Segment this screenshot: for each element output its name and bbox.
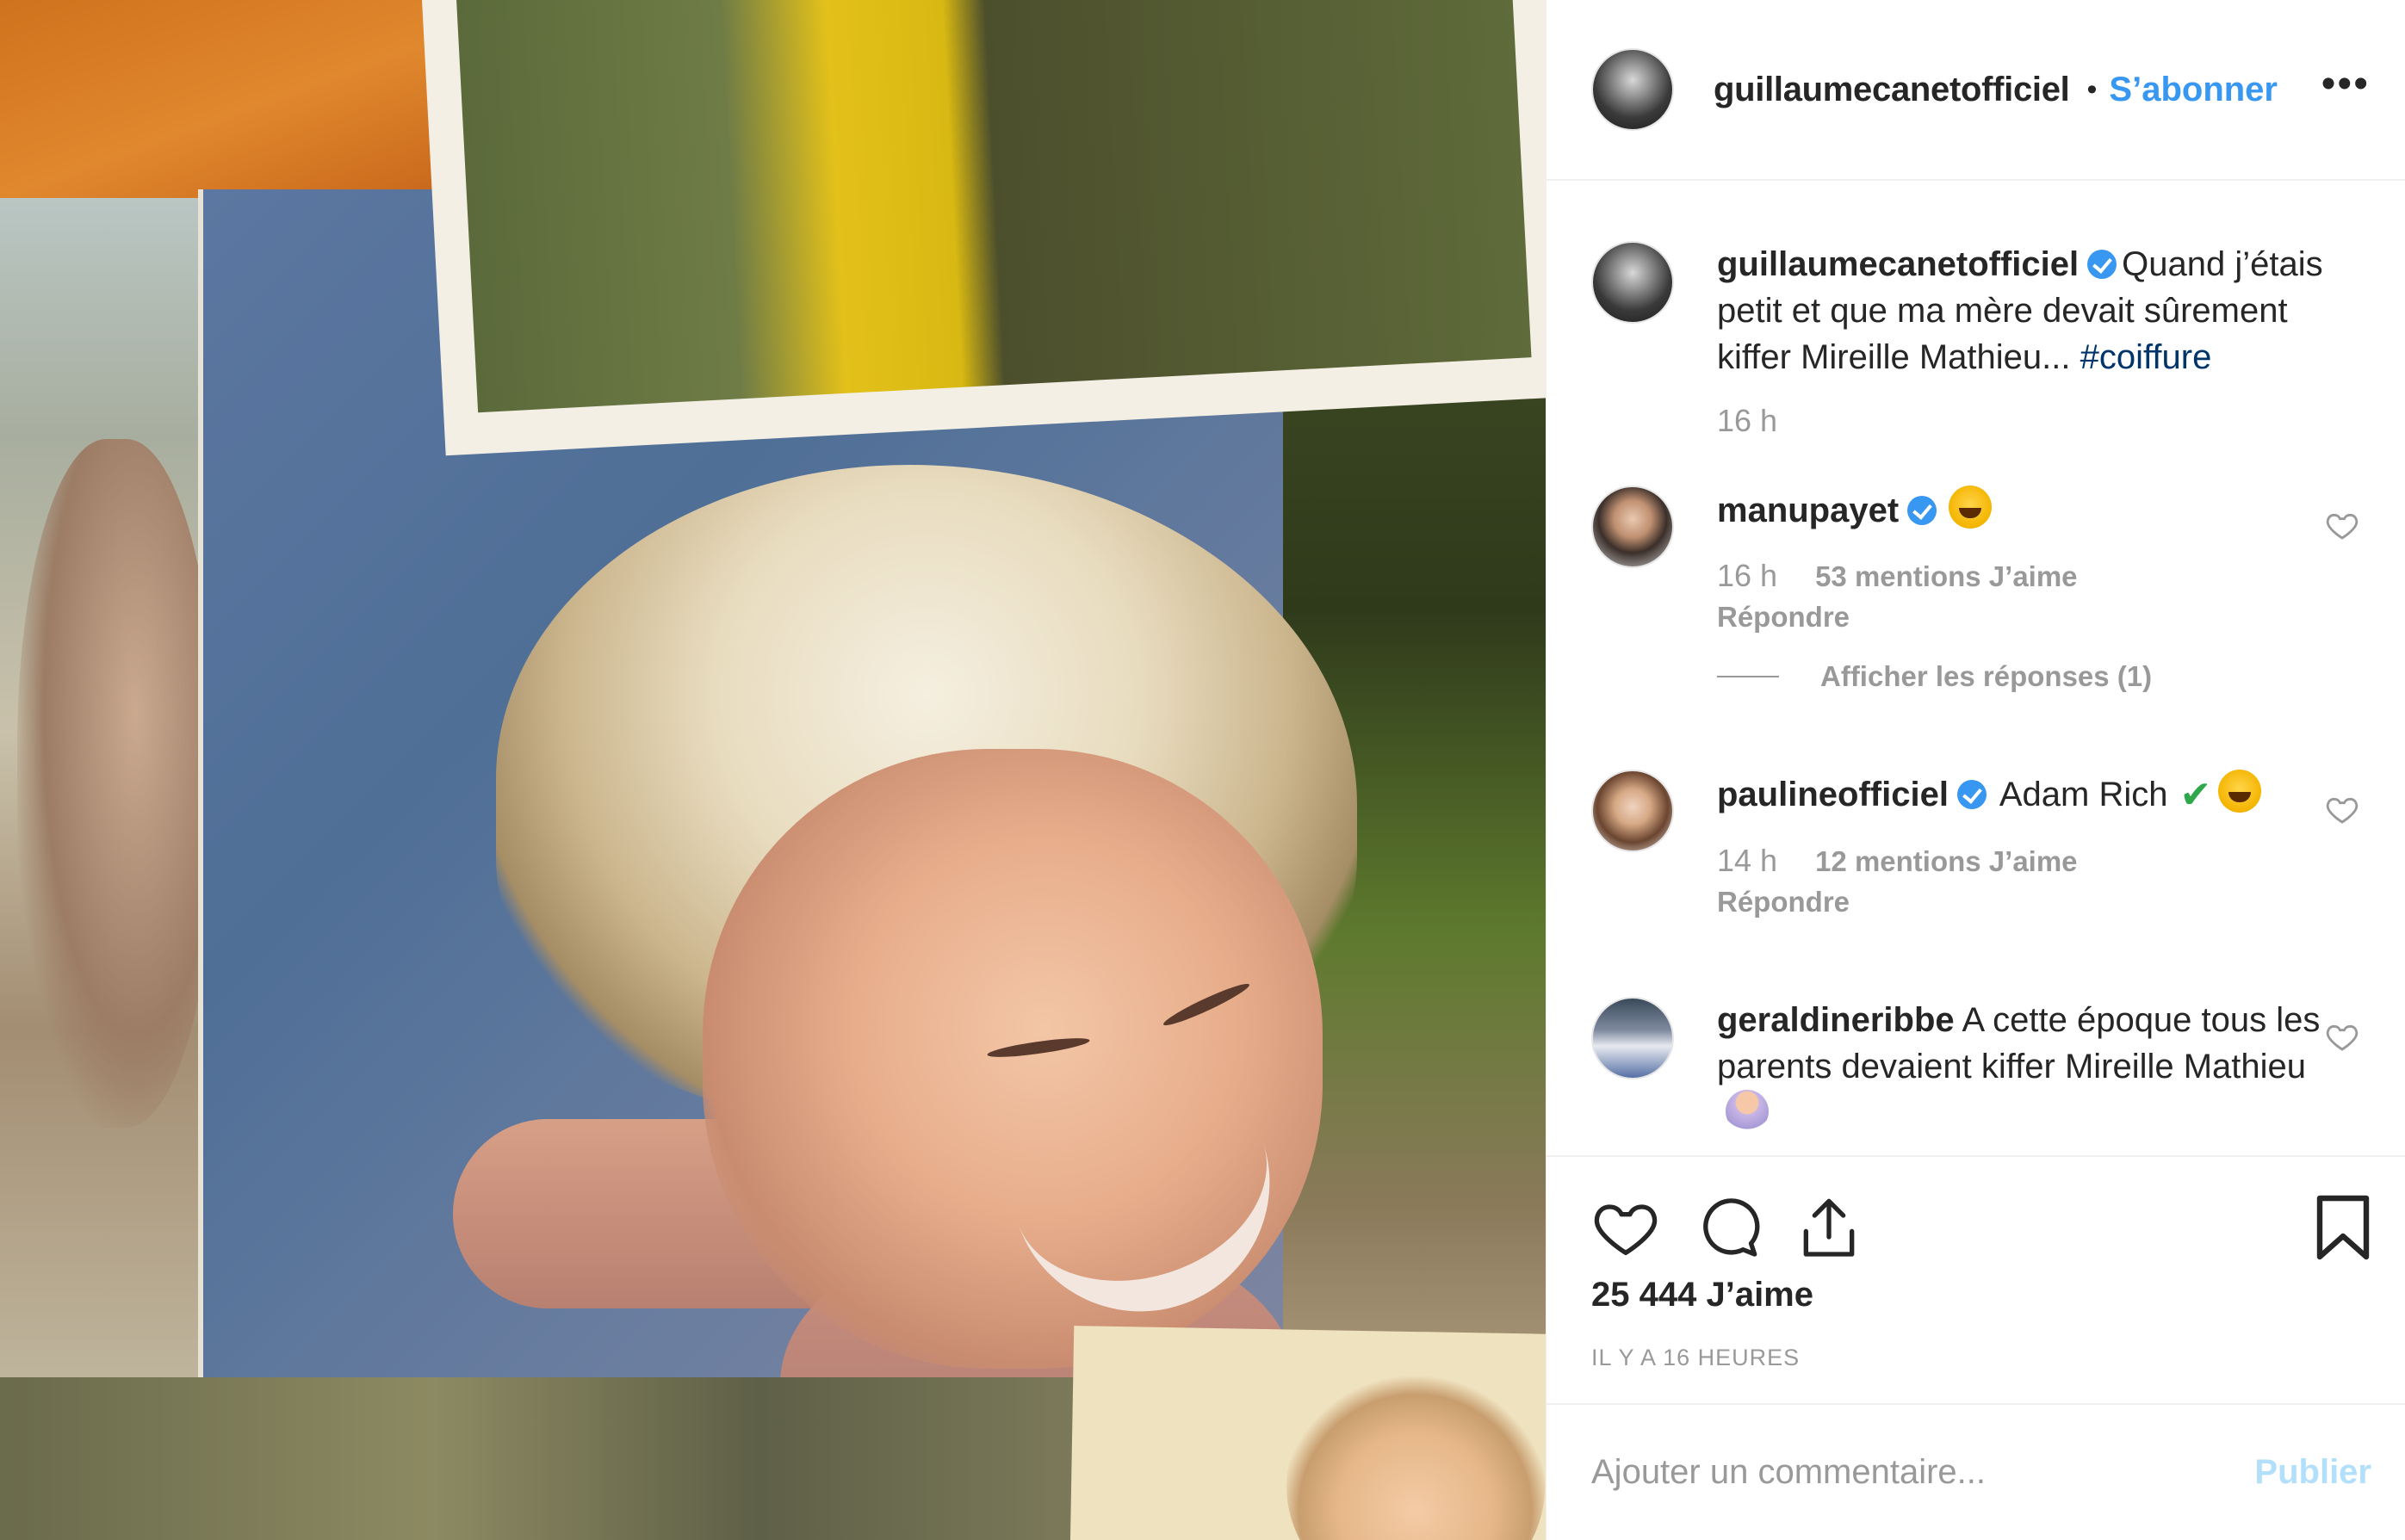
commenter-avatar[interactable] [1591, 997, 1674, 1079]
post-photo[interactable] [0, 0, 1546, 1540]
caption-time: 16 h [1717, 403, 1778, 438]
photo-top-print [422, 0, 1546, 456]
comment-input[interactable]: Ajouter un commentaire... [1591, 1453, 2254, 1492]
comment-likes[interactable]: 12 mentions J’aime [1815, 845, 2077, 877]
author-username[interactable]: guillaumecanetofficiel [1714, 71, 2070, 109]
comment-username[interactable]: manupayet [1717, 492, 1899, 529]
reply-button[interactable]: Répondre [1717, 600, 2337, 634]
photo-bottom-strip [0, 1377, 1085, 1540]
view-replies-button[interactable]: Afficher les réponses (1) [1717, 653, 2337, 700]
like-comment-heart-icon[interactable] [2325, 508, 2359, 542]
comment-username[interactable]: geraldineribbe [1717, 1001, 1955, 1039]
share-icon[interactable] [1794, 1194, 1863, 1263]
header-separator: • [2086, 72, 2098, 106]
author-avatar[interactable] [1591, 48, 1674, 131]
verified-badge-icon [1956, 780, 1987, 809]
commenter-avatar[interactable] [1591, 486, 1674, 568]
hashtag-link[interactable]: #coiffure [2080, 338, 2212, 376]
comment-composer: Ajouter un commentaire... Publier [1547, 1403, 2405, 1540]
caption-avatar[interactable] [1591, 241, 1674, 324]
comment-bubble-icon[interactable] [1693, 1194, 1762, 1263]
more-options-icon[interactable]: ••• [2321, 64, 2370, 105]
comments-list[interactable]: guillaumecanetofficiel Quand j’étais peti… [1547, 182, 2405, 1155]
follow-button[interactable]: S’abonner [2109, 71, 2278, 109]
like-heart-icon[interactable] [1591, 1194, 1660, 1263]
post-actions: 25 444 J’aime IL Y A 16 HEURES [1547, 1155, 2405, 1403]
photo-orange-corner [0, 0, 448, 198]
likes-count[interactable]: 25 444 J’aime [1591, 1276, 1813, 1314]
comment-username[interactable]: paulineofficiel [1717, 776, 1949, 813]
post-timestamp: IL Y A 16 HEURES [1591, 1345, 1801, 1370]
reply-button[interactable]: Répondre [1717, 885, 2337, 919]
laughing-emoji-icon [1949, 486, 1993, 529]
grinning-emoji-icon [2218, 770, 2262, 813]
post-header: guillaumecanetofficiel • S’abonner ••• [1547, 0, 2405, 181]
photo-bottom-print [1069, 1326, 1546, 1540]
comment-likes[interactable]: 53 mentions J’aime [1815, 560, 2077, 592]
check-mark-icon: ✔ [2179, 774, 2212, 816]
publish-button[interactable]: Publier [2254, 1453, 2371, 1492]
shrug-emoji-icon [1726, 1090, 1769, 1133]
verified-badge-icon [1907, 496, 1937, 525]
comment-time: 14 h [1717, 843, 1778, 878]
verified-badge-icon [2087, 250, 2117, 279]
post-sidebar: guillaumecanetofficiel • S’abonner ••• g… [1546, 0, 2405, 1540]
post-view: guillaumecanetofficiel • S’abonner ••• g… [0, 0, 2405, 1540]
like-comment-heart-icon[interactable] [2325, 1019, 2359, 1054]
like-comment-heart-icon[interactable] [2325, 792, 2359, 826]
bookmark-icon[interactable] [2315, 1193, 2371, 1262]
commenter-avatar[interactable] [1591, 770, 1674, 852]
caption-username[interactable]: guillaumecanetofficiel [1717, 245, 2079, 283]
comment-time: 16 h [1717, 558, 1778, 593]
comment-text: Adam Rich [1999, 776, 2168, 813]
